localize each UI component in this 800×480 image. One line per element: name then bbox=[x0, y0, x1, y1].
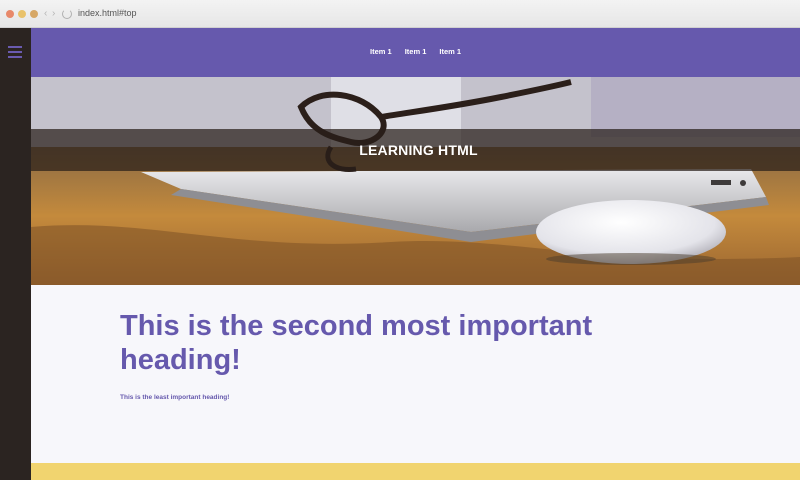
top-navigation-bar: Item 1 Item 1 Item 1 bbox=[31, 28, 800, 77]
maximize-window-icon[interactable] bbox=[30, 10, 38, 18]
back-arrow-icon[interactable]: ‹ bbox=[44, 8, 47, 20]
nav-item-3[interactable]: Item 1 bbox=[439, 47, 461, 56]
second-heading: This is the second most important headin… bbox=[120, 310, 593, 376]
main-content: This is the second most important headin… bbox=[31, 285, 800, 463]
hero-section: LEARNING HTML bbox=[31, 77, 800, 285]
close-window-icon[interactable] bbox=[6, 10, 14, 18]
hero-title-banner: LEARNING HTML bbox=[31, 129, 800, 171]
sidebar bbox=[0, 28, 31, 480]
nav-menu: Item 1 Item 1 Item 1 bbox=[370, 47, 474, 56]
nav-item-2[interactable]: Item 1 bbox=[405, 47, 427, 56]
footer-section bbox=[31, 463, 800, 480]
least-important-heading: This is the least important heading! bbox=[120, 394, 230, 401]
hero-background-image bbox=[31, 77, 800, 285]
address-bar-url[interactable]: index.html#top bbox=[78, 8, 137, 18]
hero-title: LEARNING HTML bbox=[359, 142, 478, 158]
browser-toolbar: ‹ › index.html#top bbox=[0, 0, 800, 28]
reload-icon[interactable] bbox=[62, 9, 72, 19]
minimize-window-icon[interactable] bbox=[18, 10, 26, 18]
hamburger-menu-icon[interactable] bbox=[8, 46, 22, 58]
nav-item-1[interactable]: Item 1 bbox=[370, 47, 392, 56]
forward-arrow-icon[interactable]: › bbox=[52, 8, 55, 20]
